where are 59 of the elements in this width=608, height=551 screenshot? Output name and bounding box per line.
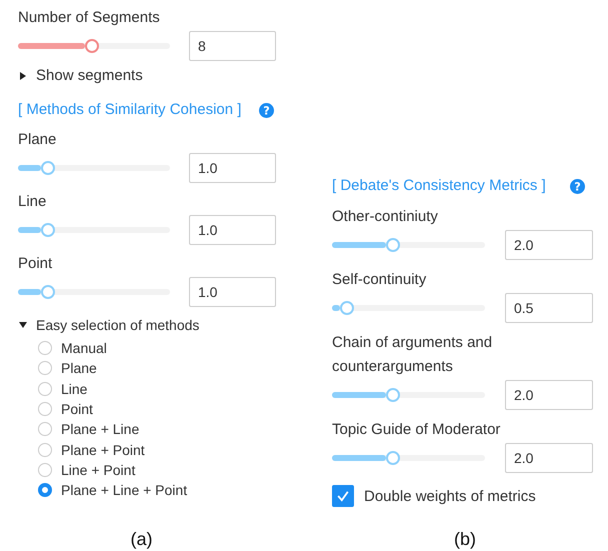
slider-thumb[interactable]	[386, 451, 400, 465]
checkbox[interactable]	[332, 485, 354, 507]
slider-fill	[332, 392, 386, 398]
field-label: Other-continiuty	[332, 207, 439, 227]
number-field[interactable]: 2.0	[505, 230, 593, 260]
field-label: Plane	[18, 130, 56, 150]
radio-button[interactable]	[38, 402, 52, 416]
section-title: [ Methods of Similarity Cohesion ]	[18, 100, 242, 120]
slider-thumb[interactable]	[386, 388, 400, 402]
caret-icon[interactable]	[18, 71, 28, 81]
option-label[interactable]: Line + Point	[61, 462, 136, 478]
field-label: Line	[18, 192, 46, 212]
slider-thumb[interactable]	[340, 301, 354, 315]
number-field[interactable]: 2.0	[505, 380, 593, 410]
number-field[interactable]: 1.0	[189, 215, 276, 245]
field-label: Point	[18, 254, 52, 274]
slider-thumb[interactable]	[41, 161, 56, 175]
toggle-label[interactable]: Show segments	[36, 66, 143, 86]
slider-fill	[18, 165, 42, 171]
slider-fill	[18, 43, 86, 49]
checkmark-icon	[336, 490, 350, 502]
slider-thumb[interactable]	[386, 238, 400, 252]
figure-caption: (a)	[130, 528, 152, 550]
option-label[interactable]: Plane + Line + Point	[61, 482, 188, 498]
option-label[interactable]: Plane + Point	[61, 442, 145, 458]
number-field[interactable]: 1.0	[189, 277, 276, 307]
radio-button[interactable]	[38, 422, 52, 436]
slider-fill	[18, 227, 42, 233]
option-label[interactable]: Line	[61, 380, 88, 397]
slider-thumb[interactable]	[85, 39, 100, 53]
slider-thumb[interactable]	[41, 223, 56, 237]
option-label[interactable]: Plane	[61, 360, 97, 376]
slider-thumb[interactable]	[41, 285, 56, 299]
radio-button[interactable]	[38, 341, 52, 356]
slider-fill	[332, 455, 386, 461]
number-field[interactable]: 1.0	[189, 153, 276, 183]
field-label: Number of Segments	[18, 8, 160, 28]
number-field[interactable]: 0.5	[505, 293, 593, 323]
slider-fill	[332, 305, 340, 311]
option-label[interactable]: Plane + Line	[61, 421, 140, 438]
field-label: Self-continuity	[332, 270, 428, 290]
section-title: [ Debate's Consistency Metrics ]	[332, 176, 546, 196]
toggle-label[interactable]: Easy selection of methods	[36, 315, 200, 335]
field-label: Topic Guide of Moderator	[332, 420, 502, 440]
figure-caption: (b)	[454, 528, 476, 550]
checkbox-label[interactable]: Double weights of metrics	[364, 488, 536, 504]
radio-button[interactable]	[38, 382, 52, 396]
option-label[interactable]: Point	[61, 401, 93, 418]
slider-fill	[332, 242, 386, 248]
radio-button[interactable]	[38, 483, 52, 498]
radio-button[interactable]	[38, 361, 52, 376]
number-field[interactable]: 8	[189, 31, 276, 61]
caret-icon[interactable]	[18, 320, 28, 330]
number-field[interactable]: 2.0	[505, 443, 593, 473]
slider-fill	[18, 289, 42, 295]
radio-button[interactable]	[38, 462, 52, 477]
radio-button[interactable]	[38, 442, 52, 457]
field-label: Chain of arguments and counterarguments	[332, 333, 494, 377]
option-label[interactable]: Manual	[61, 340, 107, 356]
